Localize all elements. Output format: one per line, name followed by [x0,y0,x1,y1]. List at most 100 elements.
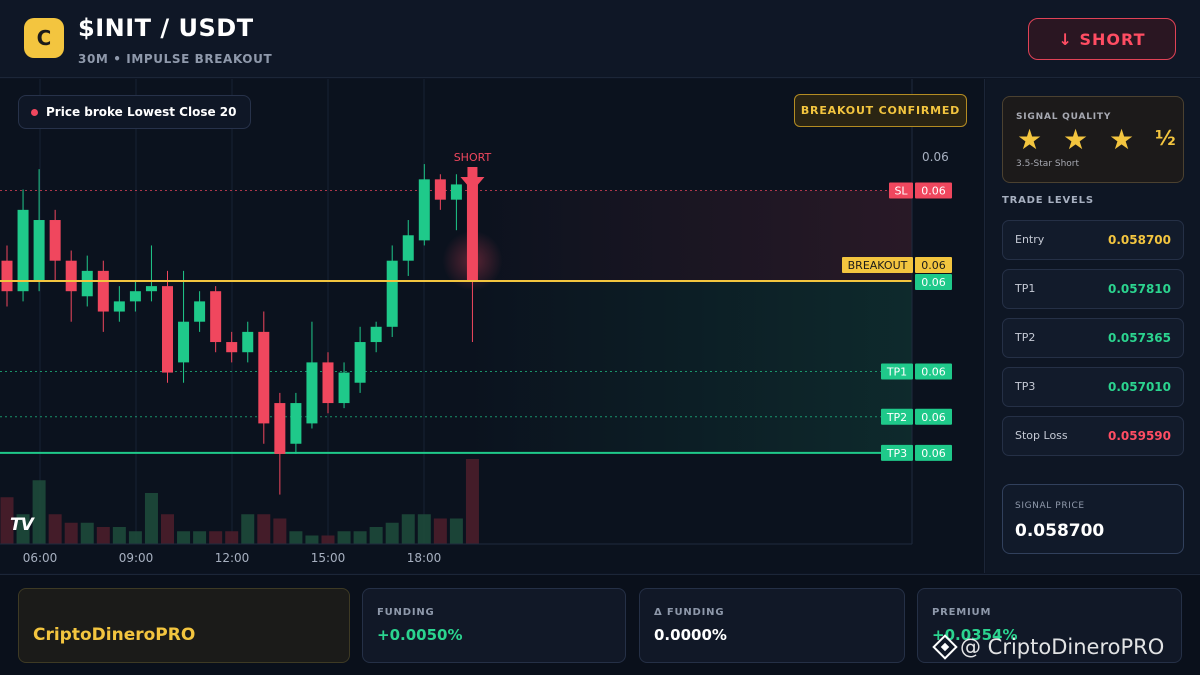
alert-text: Price broke Lowest Close 20 [46,105,237,119]
volume-bar [385,522,399,544]
volume-bar [449,518,463,544]
funding-card: FUNDING +0.0050% [362,588,626,663]
trade-level-label: TP2 [1015,331,1036,344]
bullish-candle [194,301,206,322]
trade-level-label: TP1 [1015,282,1036,295]
bearish-candle [322,362,334,404]
header: C $INIT / USDT 30M • IMPULSE BREAKOUT ↓ … [0,0,1200,78]
volume-bar [289,531,303,544]
volume-bar [128,531,142,544]
volume-bar [321,535,335,544]
volume-bar [273,518,287,544]
bullish-candle [178,321,190,363]
volume-bar [112,527,126,544]
signal-price-value: 0.058700 [1015,521,1105,541]
delta-funding-value: 0.0000% [654,626,727,644]
alert-dot-icon [31,108,38,116]
volume-bar [161,514,174,544]
trade-level-label: TP3 [1015,380,1036,393]
trade-levels-title: TRADE LEVELS [1002,195,1094,206]
time-axis-label: 15:00 [311,551,346,565]
bearish-candle [162,286,173,373]
short-marker-label: SHORT [454,151,492,164]
watermark-text: @ CriptoDineroPRO [960,635,1165,659]
funding-label: FUNDING [377,607,435,618]
signal-quality-card: SIGNAL QUALITY ★ ★ ★ ½ 3.5-Star Short [1002,96,1184,183]
trade-level-row: TP1 0.057810 [1002,269,1184,309]
volume-bar [465,459,479,544]
bullish-candle [290,403,302,444]
price-chart[interactable]: SHORT 0.06 0.06 SL 0.06 BREAKOUT 0.06 0.06 TP1 0.… [0,79,985,573]
bullish-candle [33,220,45,282]
candlestick-chart-svg: SHORT 0.06 0.06 SL 0.06 BREAKOUT 0.06 0.06 TP1 0.… [0,79,952,565]
tp1-label-text: TP1 [886,366,907,379]
take-profit-zone [466,281,912,453]
tp2-value-text: 0.06 [921,411,946,424]
trade-level-value: 0.059590 [1107,429,1171,443]
trade-level-value: 0.057810 [1107,282,1171,296]
volume-bar [96,527,110,544]
binance-diamond-icon [932,634,958,660]
bearish-candle [434,179,446,200]
breakout-label-text: BREAKOUT [848,259,908,272]
short-arrow-icon [460,167,485,191]
bullish-candle [306,362,318,424]
bullish-candle [129,291,141,302]
bearish-candle [466,179,478,282]
bullish-candle [354,342,366,383]
volume-bar [417,514,431,544]
trade-level-value: 0.057010 [1107,380,1171,394]
short-button[interactable]: ↓ SHORT [1028,18,1176,60]
binance-watermark: @ CriptoDineroPRO [932,634,1165,660]
trade-level-row: Entry 0.058700 [1002,220,1184,260]
volume-bar [32,480,46,544]
bottom-bar: CriptoDineroPRO FUNDING +0.0050% Δ FUNDI… [0,574,1200,675]
tp3-value-text: 0.06 [921,447,946,460]
bearish-candle [226,342,238,353]
volume-bar [433,518,447,544]
volume-bar [64,522,78,544]
bullish-candle [17,209,29,292]
bullish-candle [113,301,125,312]
volume-bar [80,522,94,544]
bullish-candle [386,260,398,327]
bearish-candle [274,403,286,454]
bullish-candle [418,179,430,241]
bullish-candle [402,235,414,261]
coin-logo: C [24,18,64,58]
volume-bar [225,531,239,544]
time-axis-label: 18:00 [407,551,442,565]
tp3-label-text: TP3 [886,447,907,460]
bearish-candle [97,270,109,312]
bearish-candle [210,291,222,343]
trade-level-row: TP3 0.057010 [1002,367,1184,407]
trade-level-value: 0.057365 [1107,331,1171,345]
bullish-candle [338,372,350,404]
volume-bar [337,531,351,544]
bullish-candle [81,270,93,297]
signal-sidebar: SIGNAL QUALITY ★ ★ ★ ½ 3.5-Star Short TR… [986,79,1200,573]
bullish-candle [145,286,157,292]
tradingview-logo-icon: TV [10,515,34,535]
full-stars: ★ ★ ★ [1017,123,1141,156]
bullish-candle [370,326,382,343]
bearish-candle [49,220,61,261]
volume-bar [177,531,191,544]
bearish-candle [258,331,270,424]
breakout-confirmed-badge: BREAKOUT CONFIRMED [794,94,967,127]
volume-bar [241,514,255,544]
volume-bar [353,531,367,544]
volume-bar [369,527,383,544]
volume-bar [193,531,207,544]
sl-label-text: SL [894,185,908,198]
time-axis-label: 12:00 [215,551,250,565]
signal-quality-subtitle: 3.5-Star Short [1016,159,1080,169]
bullish-candle [242,331,254,353]
trade-level-row: TP2 0.057365 [1002,318,1184,358]
trade-level-label: Entry [1015,233,1045,246]
breakout-value-text: 0.06 [921,259,946,272]
sl-value-text: 0.06 [921,185,946,198]
volume-bar [48,514,62,544]
signal-quality-title: SIGNAL QUALITY [1016,112,1112,122]
premium-label: PREMIUM [932,607,992,618]
